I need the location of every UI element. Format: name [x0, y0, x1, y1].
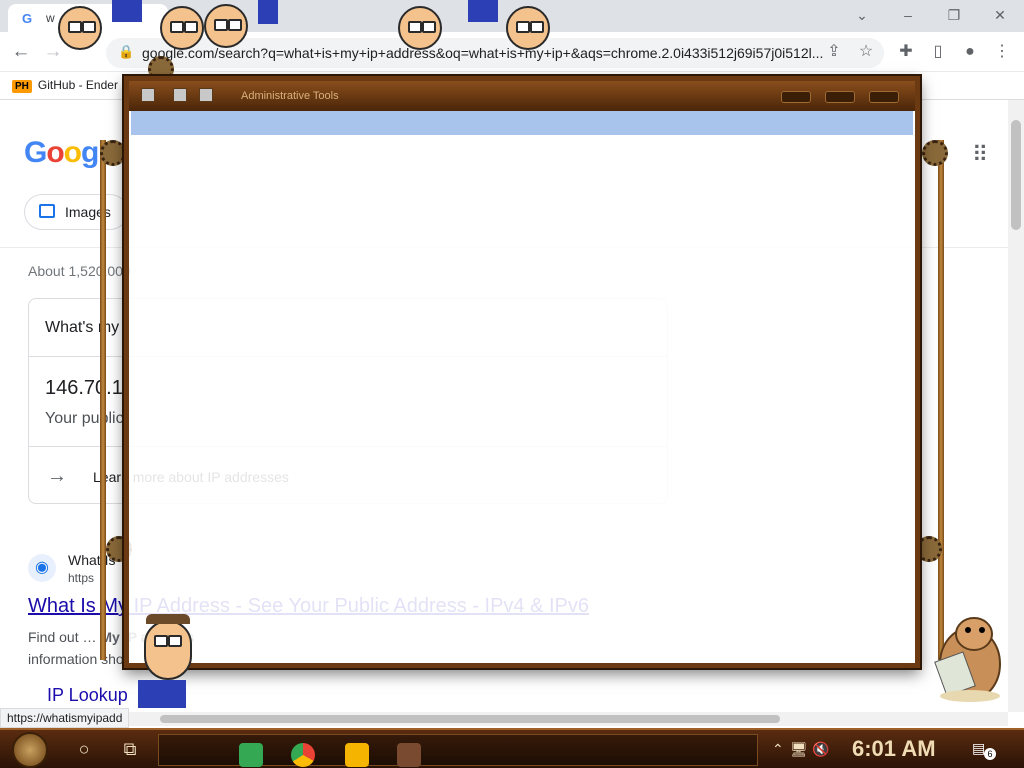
cartoon-head-icon — [398, 6, 442, 50]
extensions-icon[interactable]: ✚ — [894, 40, 918, 64]
horizontal-scrollbar[interactable] — [0, 712, 1008, 726]
task-view-icon[interactable]: ⧉ — [118, 738, 142, 762]
lock-icon: 🔒 — [118, 44, 135, 59]
tab-title: w — [46, 11, 55, 25]
start-button[interactable] — [12, 732, 48, 768]
image-icon — [39, 204, 55, 218]
steampunk-app-icon[interactable] — [397, 743, 421, 767]
folder-icon — [141, 88, 155, 102]
sheets-app-icon[interactable] — [239, 743, 263, 767]
ip-card-header: What's my — [45, 319, 120, 336]
tab-images[interactable]: Images — [24, 194, 128, 230]
screen: G w ⌄ – ❐ ✕ ← → 🔒 google.com/search?q=wh… — [0, 0, 1024, 768]
volume-muted-icon[interactable]: 🔇 — [812, 741, 829, 758]
gear-icon — [922, 140, 948, 166]
profile-avatar-icon[interactable]: ● — [958, 40, 982, 64]
menu-kebab-icon[interactable]: ⋮ — [990, 40, 1014, 64]
result-site-url[interactable]: https — [68, 571, 94, 585]
ip-address-value: 146.70.1 — [45, 377, 123, 399]
cartoon-head-icon — [204, 4, 248, 48]
google-favicon-icon: G — [22, 11, 33, 26]
frame-rail — [938, 140, 944, 660]
file-explorer-app-icon[interactable] — [345, 743, 369, 767]
chrome-app-icon[interactable] — [291, 743, 315, 767]
explorer-close-button[interactable] — [869, 91, 899, 103]
cartoon-head-icon — [506, 6, 550, 50]
tray-chevron-icon[interactable]: ⌃ — [772, 741, 784, 758]
close-button[interactable]: ✕ — [980, 4, 1020, 28]
back-icon[interactable]: ← — [8, 40, 34, 66]
cartoon-hair — [146, 614, 190, 624]
share-icon[interactable]: ⇪ — [822, 40, 846, 64]
tab-search-dropdown-icon[interactable]: ⌄ — [842, 4, 882, 28]
taskbar-clock[interactable]: 6:01 AM — [852, 736, 936, 762]
scrollbar-thumb[interactable] — [160, 715, 780, 723]
cartoon-shirt — [258, 0, 278, 24]
minimize-button[interactable]: – — [888, 4, 928, 28]
explorer-ribbon[interactable] — [131, 111, 913, 135]
cartoon-shirt — [138, 680, 186, 708]
vertical-scrollbar[interactable] — [1008, 100, 1024, 712]
explorer-window[interactable]: Administrative Tools — [124, 76, 920, 668]
explorer-title: Administrative Tools — [241, 90, 339, 102]
taskbar-apps — [158, 734, 758, 767]
status-url-bubble: https://whatismyipadd — [0, 708, 130, 728]
address-text: google.com/search?q=what+is+my+ip+addres… — [142, 45, 824, 61]
scrollbar-thumb[interactable] — [1011, 120, 1021, 230]
arrow-right-icon[interactable]: → — [47, 465, 67, 488]
cartoon-head-icon — [58, 6, 102, 50]
network-icon[interactable]: 🖥 — [790, 741, 808, 758]
restore-button[interactable]: ❐ — [934, 4, 974, 28]
ip-card-subtitle: Your public — [45, 410, 124, 427]
new-folder-icon[interactable] — [199, 88, 213, 102]
properties-icon[interactable] — [173, 88, 187, 102]
explorer-maximize-button[interactable] — [825, 91, 855, 103]
explorer-titlebar[interactable]: Administrative Tools — [129, 81, 915, 111]
globe-icon: ◉ — [28, 554, 56, 582]
google-apps-icon[interactable]: ⠿ — [972, 142, 988, 168]
notification-count: 6 — [984, 748, 996, 760]
cartoon-shirt — [468, 0, 498, 22]
frame-rail — [100, 140, 106, 660]
cartoon-head-icon — [144, 620, 192, 680]
bookmark-ph-icon: PH — [12, 80, 32, 93]
forward-icon[interactable]: → — [40, 40, 66, 66]
bookmark-star-icon[interactable]: ☆ — [854, 40, 878, 64]
explorer-minimize-button[interactable] — [781, 91, 811, 103]
notification-icon[interactable]: ▤ 6 — [972, 740, 996, 760]
cartoon-shirt — [112, 0, 142, 22]
bookmark-github[interactable]: PH GitHub - Ender — [12, 78, 118, 93]
sitelink-ip-lookup[interactable]: IP Lookup — [47, 685, 128, 706]
side-panel-icon[interactable]: ▯ — [926, 40, 950, 64]
cartoon-head-icon — [160, 6, 204, 50]
hamster-mascot-icon — [934, 617, 1001, 702]
search-circle-icon[interactable]: ○ — [72, 738, 96, 762]
taskbar: ○ ⧉ ⌃ 🖥 🔇 6:01 AM ▤ 6 — [0, 728, 1024, 768]
result-count: About 1,520,000 — [28, 263, 131, 279]
gear-icon — [100, 140, 126, 166]
bookmark-label: GitHub - Ender — [37, 78, 118, 92]
